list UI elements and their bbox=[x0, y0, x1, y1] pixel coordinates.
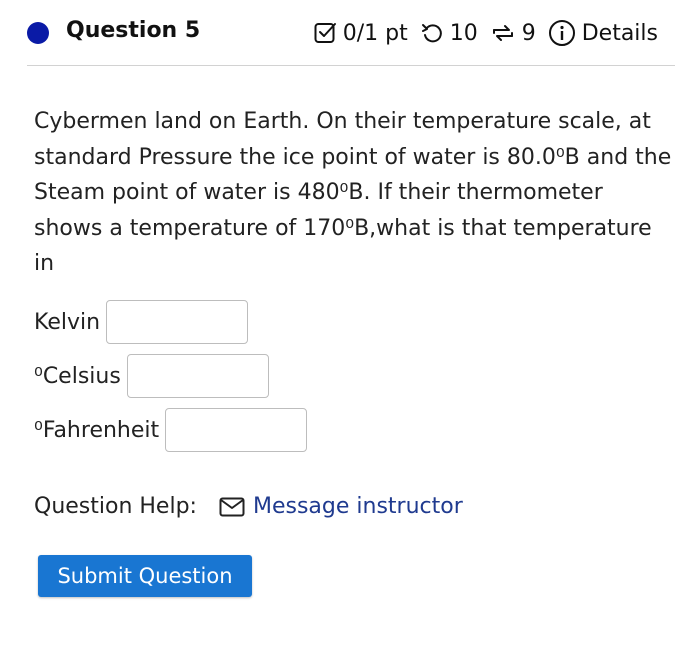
info-icon[interactable] bbox=[548, 19, 576, 47]
question-help: Question Help: Message instructor bbox=[34, 494, 463, 519]
retry-icon bbox=[420, 21, 444, 45]
kelvin-input[interactable] bbox=[106, 300, 249, 344]
header-divider bbox=[27, 65, 675, 66]
status-dot-icon bbox=[27, 22, 49, 44]
submit-question-button[interactable]: Submit Question bbox=[38, 555, 252, 597]
message-instructor-link[interactable]: Message instructor bbox=[253, 494, 463, 519]
mail-icon[interactable] bbox=[219, 497, 245, 517]
attempts-icon bbox=[490, 21, 516, 45]
retries-count: 10 bbox=[449, 20, 478, 46]
answer-row-kelvin: Kelvin bbox=[34, 300, 249, 344]
answer-row-celsius: ⁰Celsius bbox=[34, 354, 269, 398]
celsius-label: ⁰Celsius bbox=[34, 363, 121, 389]
kelvin-label: Kelvin bbox=[34, 309, 101, 335]
question-header: Question 5 0/1 pt 10 9 Details bbox=[0, 0, 700, 66]
question-meta: 0/1 pt 10 9 Details bbox=[313, 19, 658, 47]
question-text: Cybermen land on Earth. On their tempera… bbox=[34, 109, 672, 276]
question-help-label: Question Help: bbox=[34, 494, 197, 519]
celsius-input[interactable] bbox=[126, 354, 269, 398]
fahrenheit-input[interactable] bbox=[165, 408, 308, 452]
details-link[interactable]: Details bbox=[582, 21, 658, 46]
points-value: 0/1 pt bbox=[342, 20, 408, 46]
checkbox-icon bbox=[313, 21, 337, 45]
fahrenheit-label: ⁰Fahrenheit bbox=[34, 417, 160, 443]
answer-row-fahrenheit: ⁰Fahrenheit bbox=[34, 408, 308, 452]
question-title: Question 5 bbox=[66, 18, 201, 43]
attempts-count: 9 bbox=[521, 20, 536, 46]
